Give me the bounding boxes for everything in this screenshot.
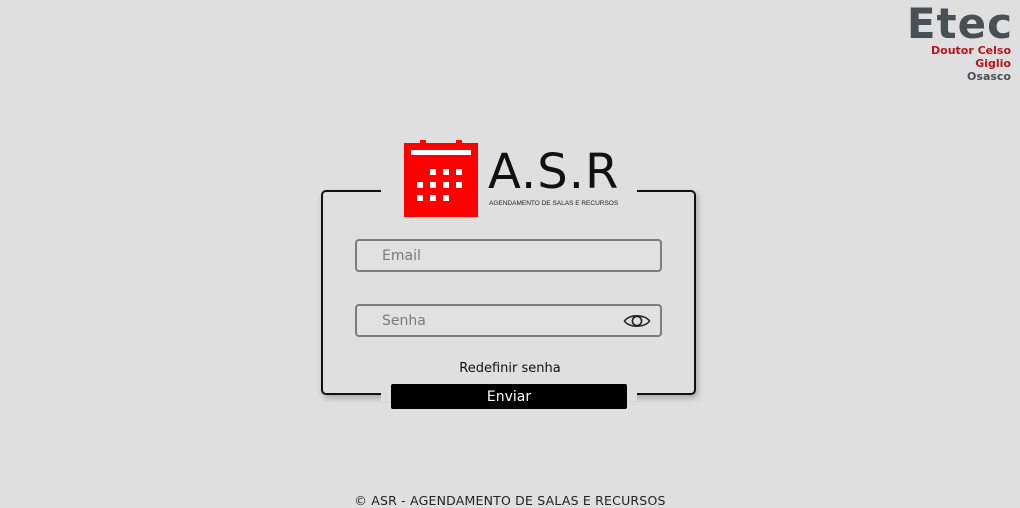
brand-subtitle: AGENDAMENTO DE SALAS E RECURSOS <box>489 200 619 207</box>
password-input[interactable] <box>357 306 660 335</box>
etec-logo: Etec Doutor Celso Giglio Osasco <box>891 0 1013 84</box>
footer-copyright: © ASR - AGENDAMENTO DE SALAS E RECURSOS <box>354 493 666 508</box>
email-field[interactable] <box>355 239 662 272</box>
submit-button[interactable]: Enviar <box>391 384 627 409</box>
reset-password-link[interactable]: Redefinir senha <box>459 361 560 376</box>
etec-logo-line3: Osasco <box>967 70 1011 83</box>
etec-logo-line2: Giglio <box>975 57 1011 70</box>
reset-password-link-row: Redefinir senha <box>0 361 1020 376</box>
email-input[interactable] <box>357 241 660 270</box>
password-field[interactable] <box>355 304 662 337</box>
eye-icon[interactable] <box>623 312 651 330</box>
brand-title: A.S.R <box>488 144 620 200</box>
etec-logo-word: Etec <box>906 0 1013 48</box>
